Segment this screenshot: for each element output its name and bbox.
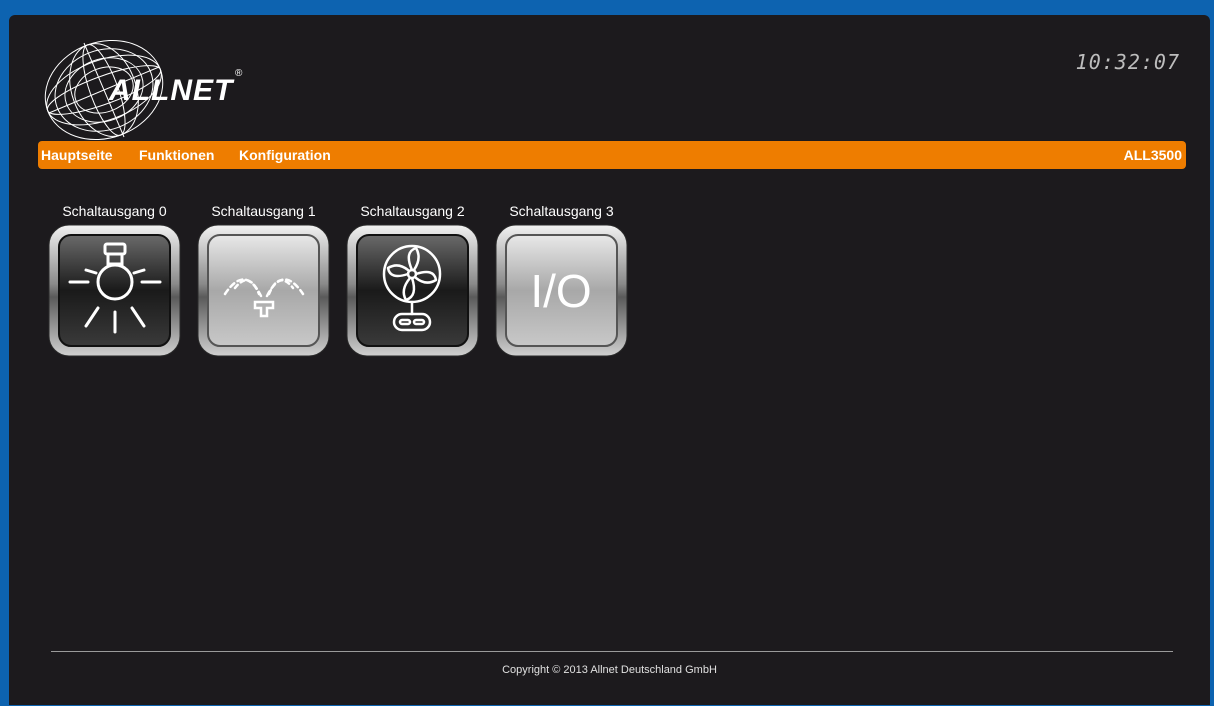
output-tile-3: Schaltausgang 3 I/O	[493, 202, 630, 359]
nav-item-hauptseite[interactable]: Hauptseite	[41, 147, 113, 163]
footer-divider	[51, 651, 1173, 652]
clock-display: 10:32:07	[1075, 50, 1180, 74]
registered-mark: ®	[235, 68, 243, 79]
output-label-3: Schaltausgang 3	[509, 203, 614, 219]
output-toggle-0[interactable]	[46, 222, 183, 359]
nav-item-konfiguration[interactable]: Konfiguration	[239, 147, 331, 163]
output-tile-0: Schaltausgang 0	[46, 202, 183, 359]
main-frame: ALLNET ® 10:32:07 Hauptseite Funktionen …	[9, 15, 1210, 705]
device-model: ALL3500	[1123, 147, 1182, 163]
output-toggle-2[interactable]	[344, 222, 481, 359]
allnet-logo: ALLNET ®	[39, 35, 269, 145]
output-label-1: Schaltausgang 1	[211, 203, 316, 219]
nav-bar: Hauptseite Funktionen Konfiguration ALL3…	[38, 141, 1186, 169]
output-tile-1: Schaltausgang 1	[195, 202, 332, 359]
output-tile-2: Schaltausgang 2	[344, 202, 481, 359]
copyright-text: Copyright © 2013 Allnet Deutschland GmbH	[502, 664, 717, 676]
output-label-0: Schaltausgang 0	[62, 203, 167, 219]
logo-text: ALLNET	[109, 74, 234, 107]
nav-item-funktionen[interactable]: Funktionen	[139, 147, 214, 163]
io-icon: I/O	[530, 265, 591, 317]
output-toggle-3[interactable]: I/O	[493, 222, 630, 359]
output-label-2: Schaltausgang 2	[360, 203, 465, 219]
output-toggle-1[interactable]	[195, 222, 332, 359]
